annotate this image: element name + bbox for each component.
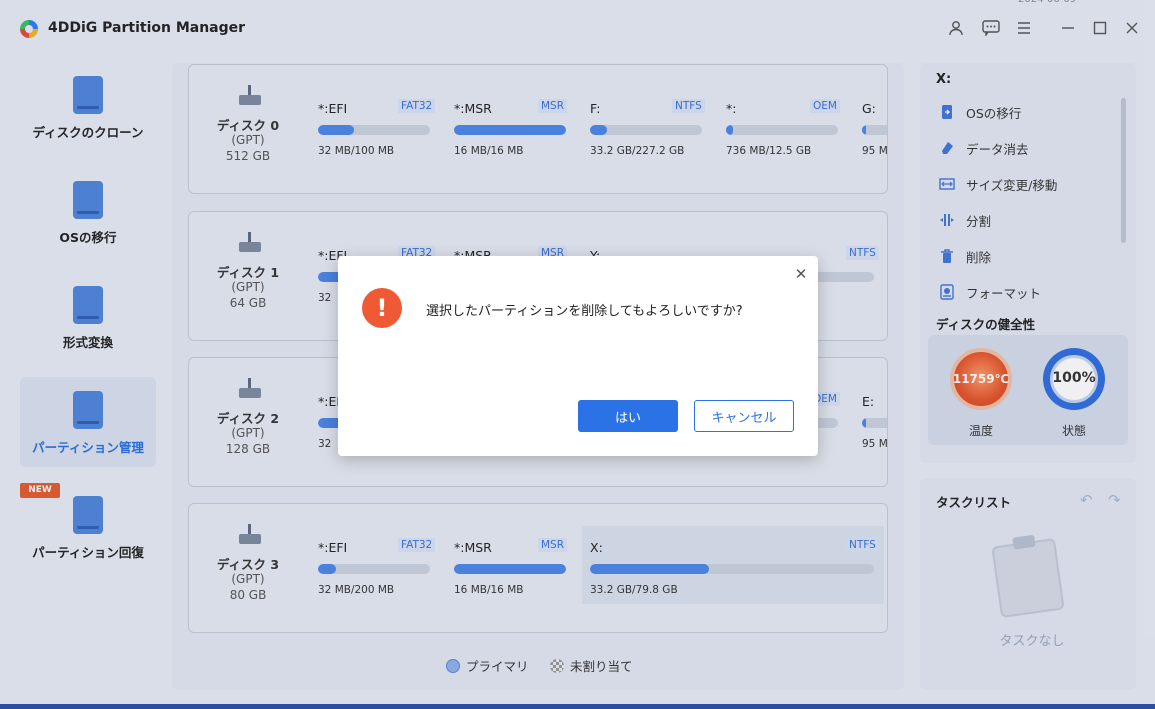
cancel-button[interactable]: キャンセル — [694, 400, 794, 432]
state-value: 100% — [1052, 370, 1096, 386]
yes-button[interactable]: はい — [578, 400, 678, 432]
warning-icon: ! — [362, 288, 402, 328]
delete-confirm-dialog: ✕ ! 選択したパーティションを削除してもよろしいですか? はい キャンセル — [338, 256, 818, 456]
app-window: 4DDiG Partition Manager 2024-06-09 ディスクの… — [0, 0, 1155, 704]
dialog-message: 選択したパーティションを削除してもよろしいですか? — [426, 304, 743, 319]
dialog-close-icon[interactable]: ✕ — [793, 266, 809, 282]
